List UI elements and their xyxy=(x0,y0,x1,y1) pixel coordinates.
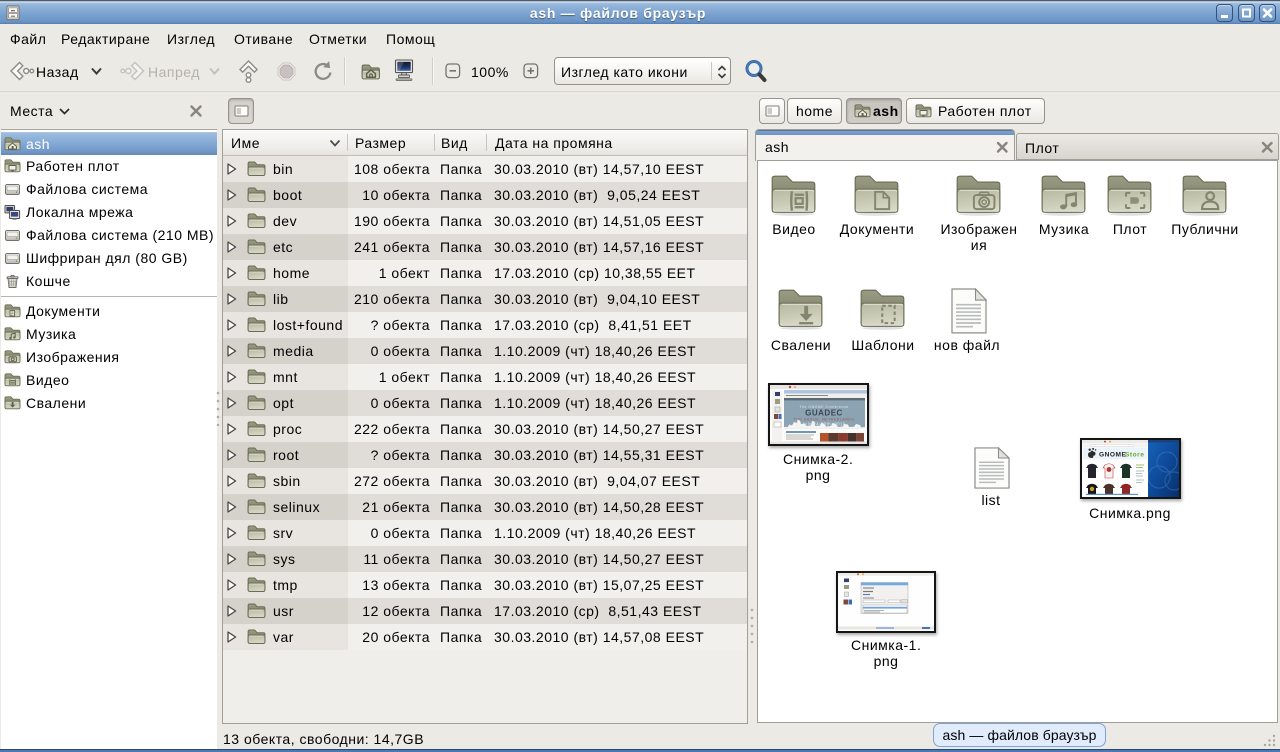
svg-text:GNOME: GNOME xyxy=(1099,452,1127,459)
svg-text:GUADEC: GUADEC xyxy=(805,409,843,418)
svg-text:Store: Store xyxy=(1125,452,1144,459)
